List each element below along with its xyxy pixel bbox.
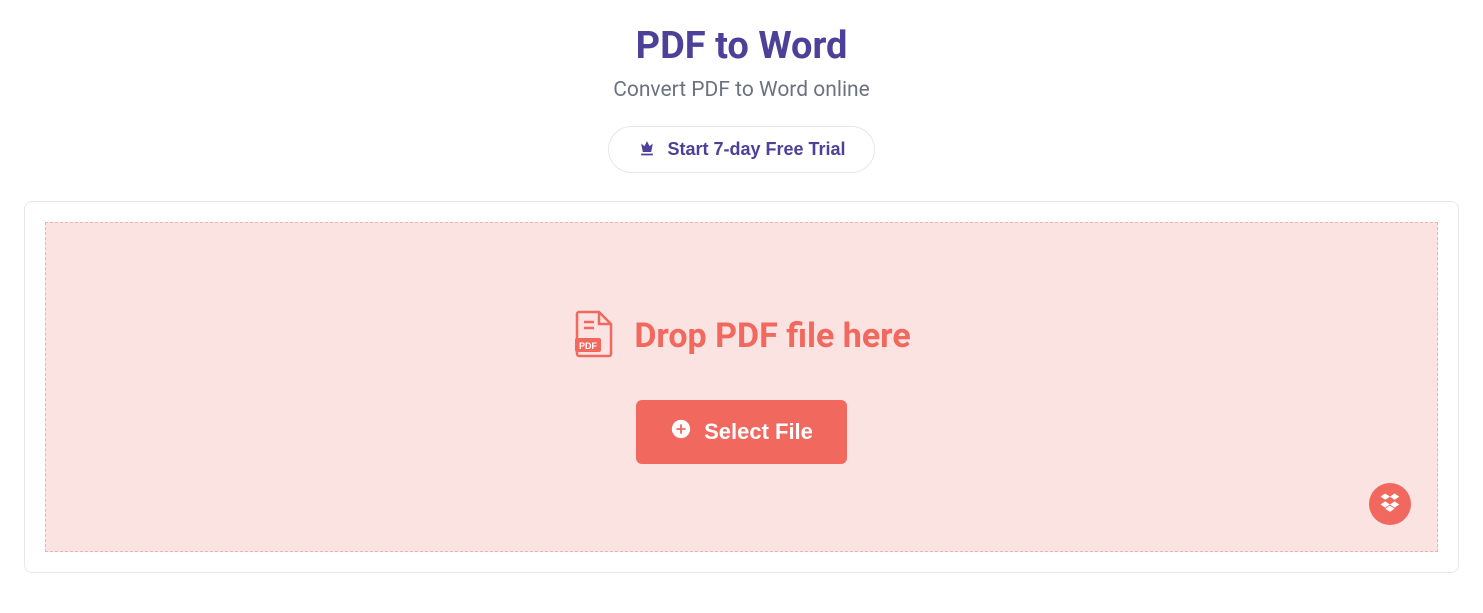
select-file-button[interactable]: Select File [636,400,847,464]
svg-text:PDF: PDF [579,341,598,351]
start-trial-label: Start 7-day Free Trial [667,139,845,160]
dropbox-icon [1379,492,1401,517]
file-dropzone[interactable]: PDF Drop PDF file here Select File [45,222,1438,552]
select-file-label: Select File [704,419,813,445]
start-trial-button[interactable]: Start 7-day Free Trial [608,126,874,173]
upload-panel: PDF Drop PDF file here Select File [24,201,1459,573]
drop-text: Drop PDF file here [634,316,910,356]
page-title: PDF to Word [0,24,1483,68]
drop-row: PDF Drop PDF file here [572,310,910,362]
crown-icon [637,137,657,162]
pdf-file-icon: PDF [572,310,614,362]
dropbox-button[interactable] [1369,483,1411,525]
page-subtitle: Convert PDF to Word online [0,78,1483,102]
plus-circle-icon [670,418,692,446]
